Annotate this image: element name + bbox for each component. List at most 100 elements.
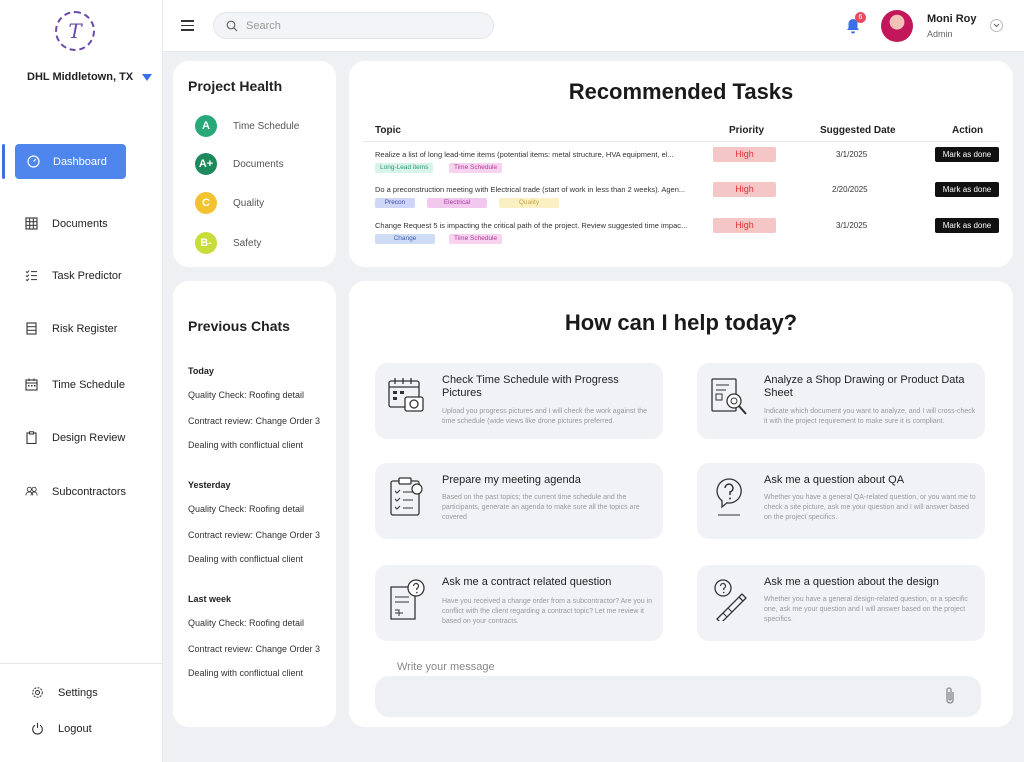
location-selector[interactable]: DHL Middletown, TX <box>27 71 153 83</box>
chevron-down-icon <box>993 23 1000 28</box>
top-bar: 6 Moni Roy Admin <box>163 0 1024 52</box>
chat-item[interactable]: Quality Check: Roofing detail <box>188 504 304 514</box>
settings-button[interactable]: Settings <box>31 686 98 699</box>
mark-as-done-button[interactable]: Mark as done <box>935 218 999 233</box>
sidebar-item-subcontractors[interactable]: Subcontractors <box>25 485 126 498</box>
user-name: Moni Roy <box>927 13 977 25</box>
option-description: Based on the past topics; the current ti… <box>442 494 640 521</box>
option-analyze-shop-drawing[interactable]: Analyze a Shop Drawing or Product Data S… <box>697 363 985 439</box>
chat-item[interactable]: Dealing with conflictual client <box>188 440 303 450</box>
message-placeholder-label: Write your message <box>397 661 495 673</box>
option-prepare-meeting-agenda[interactable]: Prepare my meeting agenda Based on the p… <box>375 463 663 539</box>
avatar[interactable] <box>881 10 913 42</box>
agenda-checklist-icon <box>390 477 423 516</box>
contract-question-icon <box>390 579 425 620</box>
option-design-question[interactable]: Ask me a question about the design Wheth… <box>697 565 985 641</box>
column-header-topic: Topic <box>375 125 401 136</box>
sidebar-item-time-schedule[interactable]: Time Schedule <box>25 378 125 391</box>
logo-icon: T <box>55 11 95 51</box>
sidebar-item-dashboard[interactable]: Dashboard <box>15 144 126 179</box>
help-card: How can I help today? Check Time Schedul… <box>349 281 1013 727</box>
logout-button[interactable]: Logout <box>31 722 92 735</box>
user-menu-dropdown[interactable] <box>990 19 1003 32</box>
sidebar-item-label: Risk Register <box>52 322 118 335</box>
project-health-card: Project Health A Time Schedule A+ Docume… <box>173 61 336 267</box>
sidebar-item-label: Documents <box>52 217 108 230</box>
health-label: Time Schedule <box>233 120 300 132</box>
sidebar: T DHL Middletown, TX Dashboard Documents… <box>0 0 163 762</box>
chat-item[interactable]: Quality Check: Roofing detail <box>188 618 304 628</box>
task-tag: Quality <box>499 198 559 208</box>
grade-badge: B- <box>195 232 217 254</box>
sidebar-item-documents[interactable]: Documents <box>25 217 108 230</box>
sidebar-divider <box>0 663 163 664</box>
chat-item[interactable]: Contract review: Change Order 3 <box>188 644 320 654</box>
logo-letter: T <box>68 19 82 43</box>
mark-as-done-button[interactable]: Mark as done <box>935 147 999 162</box>
column-header-priority: Priority <box>729 125 765 136</box>
chat-item[interactable]: Dealing with conflictual client <box>188 668 303 678</box>
grade-badge: A <box>195 115 217 137</box>
task-tag: Precon <box>375 198 415 208</box>
mark-as-done-button[interactable]: Mark as done <box>935 182 999 197</box>
paperclip-icon[interactable] <box>943 686 957 706</box>
health-row-safety[interactable]: B- Safety <box>195 232 261 254</box>
sidebar-item-label: Dashboard <box>53 155 107 168</box>
option-contract-question[interactable]: Ask me a contract related question Have … <box>375 565 663 641</box>
calendar-icon <box>25 378 38 391</box>
grade-badge: A+ <box>195 153 217 175</box>
user-role: Admin <box>927 29 953 39</box>
task-topic: Realize a list of long lead-time items (… <box>375 150 674 159</box>
option-description: Have you received a change order from a … <box>442 598 653 625</box>
option-description: Whether you have a general design-relate… <box>764 596 968 623</box>
health-label: Safety <box>233 237 262 249</box>
chat-item[interactable]: Contract review: Change Order 3 <box>188 530 320 540</box>
priority-badge: High <box>713 147 776 162</box>
column-header-action: Action <box>952 125 984 136</box>
health-label: Documents <box>233 158 284 170</box>
option-check-time-schedule[interactable]: Check Time Schedule with Progress Pictur… <box>375 363 663 439</box>
message-input[interactable] <box>375 676 981 717</box>
previous-chats-card: Previous Chats Today Quality Check: Roof… <box>173 281 336 727</box>
schedule-camera-icon <box>388 378 424 412</box>
task-tag: Time Schedule <box>449 163 503 173</box>
health-row-time-schedule[interactable]: A Time Schedule <box>195 115 299 137</box>
option-title: Ask me a question about the design <box>764 576 939 588</box>
dashboard-icon <box>27 155 40 168</box>
chat-group-label: Last week <box>188 594 232 604</box>
sidebar-item-design-review[interactable]: Design Review <box>25 431 125 444</box>
search-input[interactable] <box>246 19 466 32</box>
search-bar[interactable] <box>213 12 494 39</box>
health-row-quality[interactable]: C Quality <box>195 192 264 214</box>
sidebar-item-task-predictor[interactable]: Task Predictor <box>25 269 122 282</box>
chat-item[interactable]: Dealing with conflictual client <box>188 554 303 564</box>
location-label: DHL Middletown, TX <box>27 71 134 83</box>
recommended-tasks-card: Recommended Tasks Topic Priority Suggest… <box>349 61 1013 267</box>
option-description: Upload you progress pictures and I will … <box>442 408 648 425</box>
recommended-tasks-title: Recommended Tasks <box>568 79 794 104</box>
chat-item[interactable]: Quality Check: Roofing detail <box>188 390 304 400</box>
health-label: Quality <box>233 197 265 209</box>
sidebar-item-label: Time Schedule <box>52 378 125 391</box>
option-title: Prepare my meeting agenda <box>442 474 581 486</box>
priority-badge: High <box>713 182 776 197</box>
option-ask-qa-question[interactable]: Ask me a question about QA Whether you h… <box>697 463 985 539</box>
logout-label: Logout <box>58 722 92 735</box>
hamburger-menu-icon[interactable] <box>181 20 194 31</box>
settings-label: Settings <box>58 686 98 699</box>
checklist-icon <box>25 269 38 282</box>
project-health-title: Project Health <box>188 78 283 94</box>
users-icon <box>25 485 38 498</box>
sidebar-item-label: Task Predictor <box>52 269 122 282</box>
task-tag: Change <box>375 234 435 244</box>
sidebar-item-label: Subcontractors <box>52 485 126 498</box>
priority-badge: High <box>713 218 776 233</box>
question-bubble-icon <box>716 478 742 516</box>
previous-chats-title: Previous Chats <box>188 318 290 334</box>
power-icon <box>31 722 44 735</box>
sidebar-item-risk-register[interactable]: Risk Register <box>25 322 117 335</box>
health-row-documents[interactable]: A+ Documents <box>195 153 284 175</box>
chat-item[interactable]: Contract review: Change Order 3 <box>188 416 320 426</box>
sidebar-item-label: Design Review <box>52 431 126 444</box>
clipboard-icon <box>25 431 38 444</box>
